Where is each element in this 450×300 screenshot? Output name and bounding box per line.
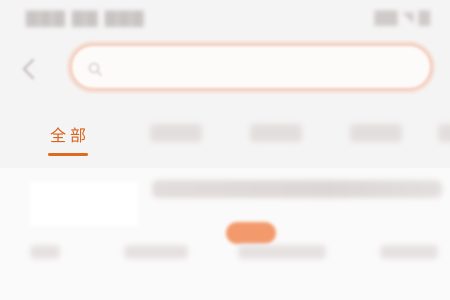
tab-blurred[interactable] [438, 124, 450, 142]
tab-blurred[interactable] [350, 124, 402, 142]
status-bar-right-blurred: ▇▇ ◥ ▇ [374, 8, 430, 26]
tab-all[interactable]: 全部 [50, 122, 90, 146]
search-icon [88, 61, 102, 76]
tab-blurred[interactable] [150, 124, 202, 142]
status-bar-left-blurred: ▇▇▇ ▇▇ ▇▇▇ [26, 8, 145, 27]
list-item-meta-blurred [238, 245, 326, 259]
status-badge [226, 222, 276, 244]
tab-blurred[interactable] [250, 124, 302, 142]
search-box[interactable] [70, 44, 432, 90]
list-item-meta-blurred [380, 245, 438, 259]
status-bar: ▇▇▇ ▇▇ ▇▇▇ ▇▇ ◥ ▇ [0, 0, 450, 36]
list-item-meta-blurred [30, 245, 60, 259]
list-item-thumbnail[interactable] [30, 182, 138, 226]
list-item-title-blurred[interactable] [152, 180, 442, 198]
search-input[interactable] [108, 56, 412, 82]
tab-active-indicator [48, 153, 88, 156]
chevron-left-icon[interactable] [18, 56, 40, 82]
list-item-meta-blurred [124, 245, 188, 259]
